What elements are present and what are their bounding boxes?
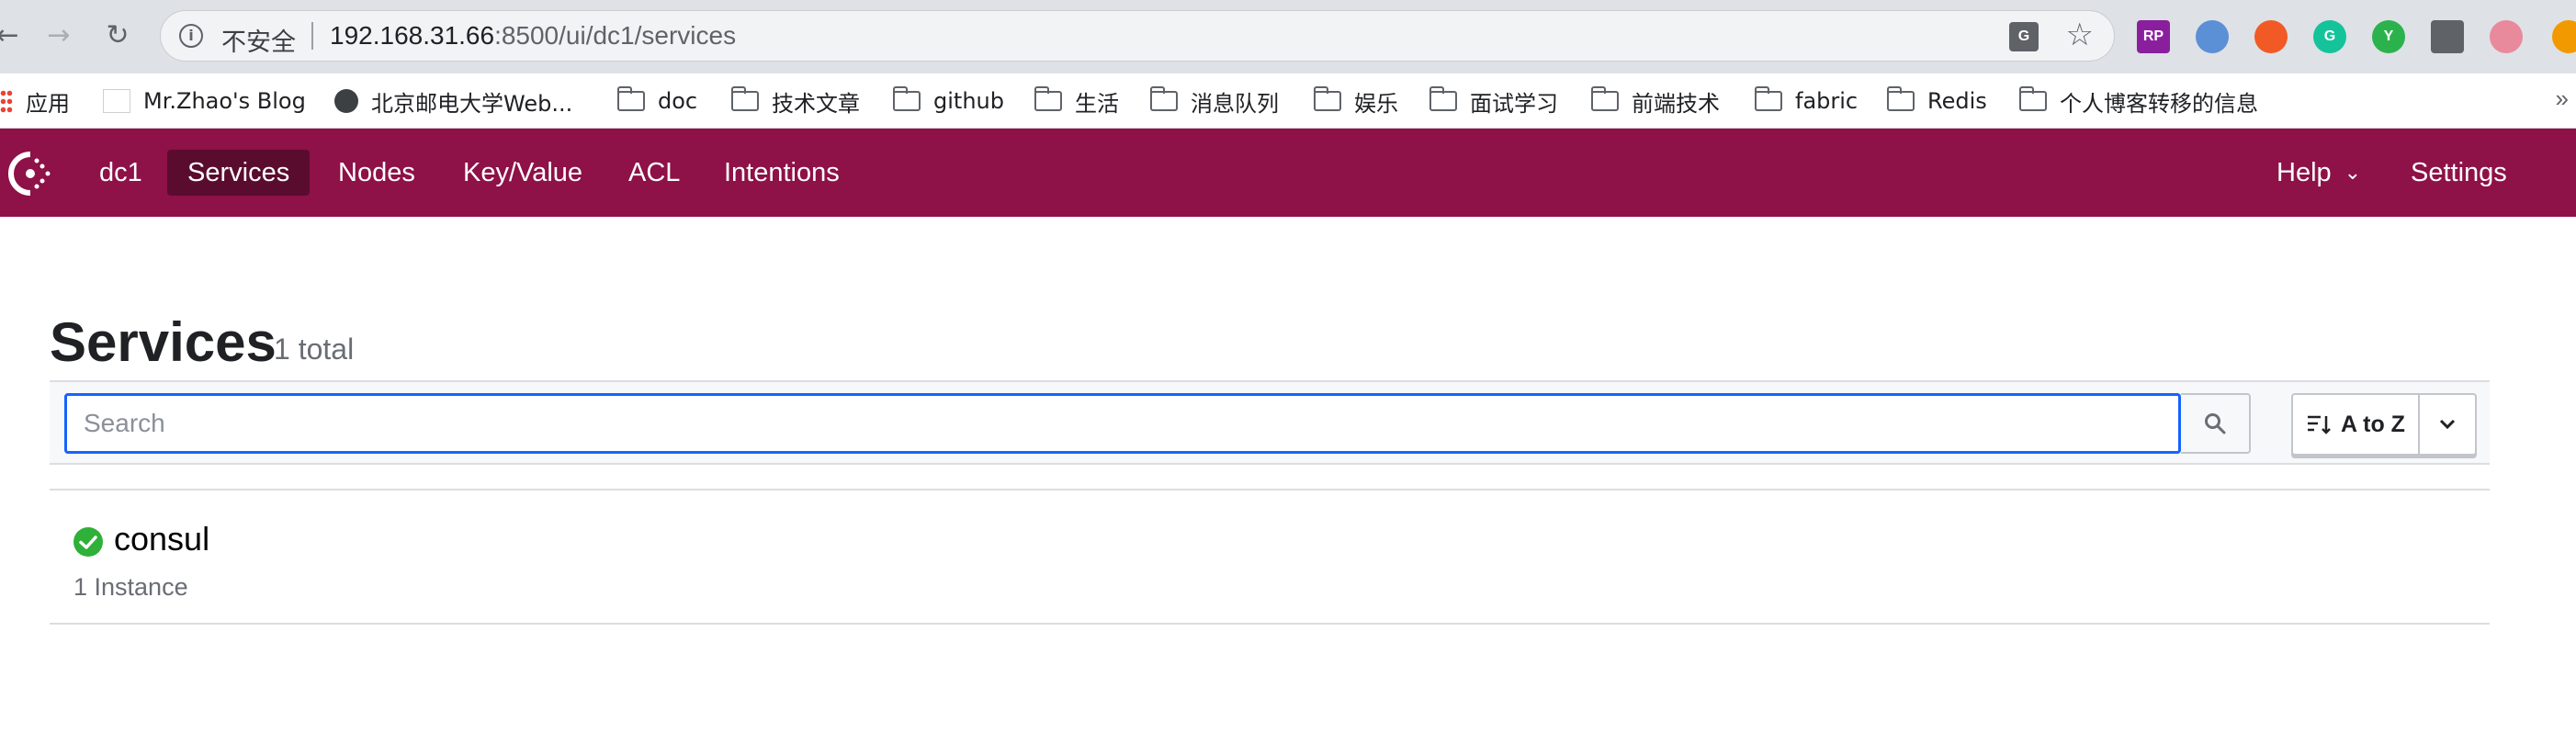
service-name-link[interactable]: consul [114,520,209,558]
passing-check-icon [73,527,103,557]
bookmark-label: 前端技术 [1632,90,1720,117]
url-path: :8500/ui/dc1/services [494,21,737,50]
nav-settings[interactable]: Settings [2390,150,2527,196]
blog-favicon-icon [103,89,130,113]
grammarly-icon[interactable]: G [2313,20,2346,53]
bookmark-label: doc [658,88,698,114]
folder-icon [1313,86,1341,111]
search-button[interactable] [2181,393,2251,454]
profile-avatar-icon[interactable] [2490,20,2523,53]
nav-acl[interactable]: ACL [608,150,700,196]
bookmark-star-icon[interactable]: ☆ [2066,17,2094,53]
bookmark-item[interactable]: doc [616,73,698,129]
chevron-down-icon [2439,419,2456,430]
folder-icon [892,86,921,111]
forward-arrow-icon[interactable]: → [39,15,79,55]
bookmark-label: 生活 [1075,90,1119,117]
filter-bar: A to Z [50,380,2490,465]
sort-button[interactable]: A to Z [2291,393,2420,456]
bookmark-item[interactable]: 娱乐 [1313,73,1398,129]
back-arrow-icon[interactable]: ← [0,15,28,55]
folder-icon [2018,86,2047,111]
datacenter-selector[interactable]: dc1 [79,150,163,196]
bookmark-label: Redis [1927,88,1987,114]
bookmark-item[interactable]: fabric [1754,73,1859,129]
bookmark-item[interactable]: Mr.Zhao's Blog [103,73,306,129]
puzzle-extensions-icon[interactable] [2431,20,2464,53]
consul-logo-icon[interactable] [6,149,55,198]
url-host: 192.168.31.66 [330,21,495,50]
bookmark-label: 应用 [26,90,70,117]
bookmark-label: 个人博客转移的信息 [2060,90,2258,117]
bookmark-item[interactable]: 消息队列 [1149,73,1279,129]
folder-icon [616,86,645,111]
page-title: Services [50,311,277,373]
nav-help-label: Help [2277,157,2332,187]
nav-services[interactable]: Services [167,150,311,196]
chevron-down-icon: ⌄ [2344,161,2362,185]
bookmark-label: 技术文章 [772,90,860,117]
bookmark-label: 北京邮电大学Web... [371,90,573,117]
yellow-y-extension-icon[interactable]: Y [2372,20,2405,53]
folder-icon [1149,86,1178,111]
bookmark-item[interactable]: 面试学习 [1429,73,1558,129]
folder-icon [1429,86,1457,111]
security-label: 不安全 [221,28,296,57]
globe-icon [334,89,358,113]
bookmark-item[interactable]: 北京邮电大学Web... [334,73,572,129]
blue-extension-icon[interactable] [2196,20,2229,53]
nav-nodes[interactable]: Nodes [318,150,435,196]
folder-icon [1590,86,1619,111]
bookmark-item[interactable]: 应用 [0,73,70,129]
apps-grid-icon [0,89,13,113]
app-header: dc1 Services Nodes Key/Value ACL Intenti… [0,129,2576,217]
translate-icon[interactable]: G [2009,22,2039,51]
bookmark-label: Mr.Zhao's Blog [143,88,306,114]
bookmark-item[interactable]: 个人博客转移的信息 [2018,73,2258,129]
folder-icon [1754,86,1782,111]
nav-key-value[interactable]: Key/Value [443,150,603,196]
bookmark-item[interactable]: 生活 [1034,73,1119,129]
address-divider [311,22,313,50]
search-icon [2205,413,2226,434]
site-info-icon[interactable]: i [179,24,203,48]
sort-icon [2308,415,2331,434]
address-bar[interactable]: i 不安全 192.168.31.66:8500/ui/dc1/services… [160,10,2115,62]
bookmark-item[interactable]: 技术文章 [730,73,860,129]
folder-icon [1034,86,1062,111]
service-list: consul 1 Instance [50,489,2490,625]
bookmark-label: 消息队列 [1191,90,1279,117]
bookmarks-overflow-icon[interactable]: » [2556,85,2569,113]
bookmarks-bar: 应用 Mr.Zhao's Blog 北京邮电大学Web... doc 技术文章 githu… [0,73,2576,129]
orange-extension-icon[interactable] [2254,20,2288,53]
update-icon[interactable] [2552,20,2576,53]
bookmark-label: 娱乐 [1354,90,1398,117]
bookmark-label: 面试学习 [1470,90,1558,117]
browser-toolbar: ← → ↻ i 不安全 192.168.31.66:8500/ui/dc1/se… [0,0,2576,73]
folder-icon [730,86,759,111]
rp-extension-icon[interactable]: RP [2137,20,2170,53]
bookmark-label: fabric [1795,88,1859,114]
service-count: 1 total [274,333,355,366]
reload-icon[interactable]: ↻ [97,15,138,55]
nav-help[interactable]: Help ⌄ [2256,150,2381,196]
folder-icon [1886,86,1915,111]
nav-intentions[interactable]: Intentions [704,150,860,196]
bookmark-label: github [933,88,1004,114]
service-instance-count: 1 Instance [73,573,188,601]
search-input[interactable] [64,393,2181,454]
sort-label: A to Z [2341,411,2405,437]
bookmark-item[interactable]: github [892,73,1004,129]
bookmark-item[interactable]: 前端技术 [1590,73,1720,129]
sort-dropdown-toggle[interactable] [2418,393,2477,456]
url-text[interactable]: 192.168.31.66:8500/ui/dc1/services [330,21,736,51]
bookmark-item[interactable]: Redis [1886,73,1987,129]
